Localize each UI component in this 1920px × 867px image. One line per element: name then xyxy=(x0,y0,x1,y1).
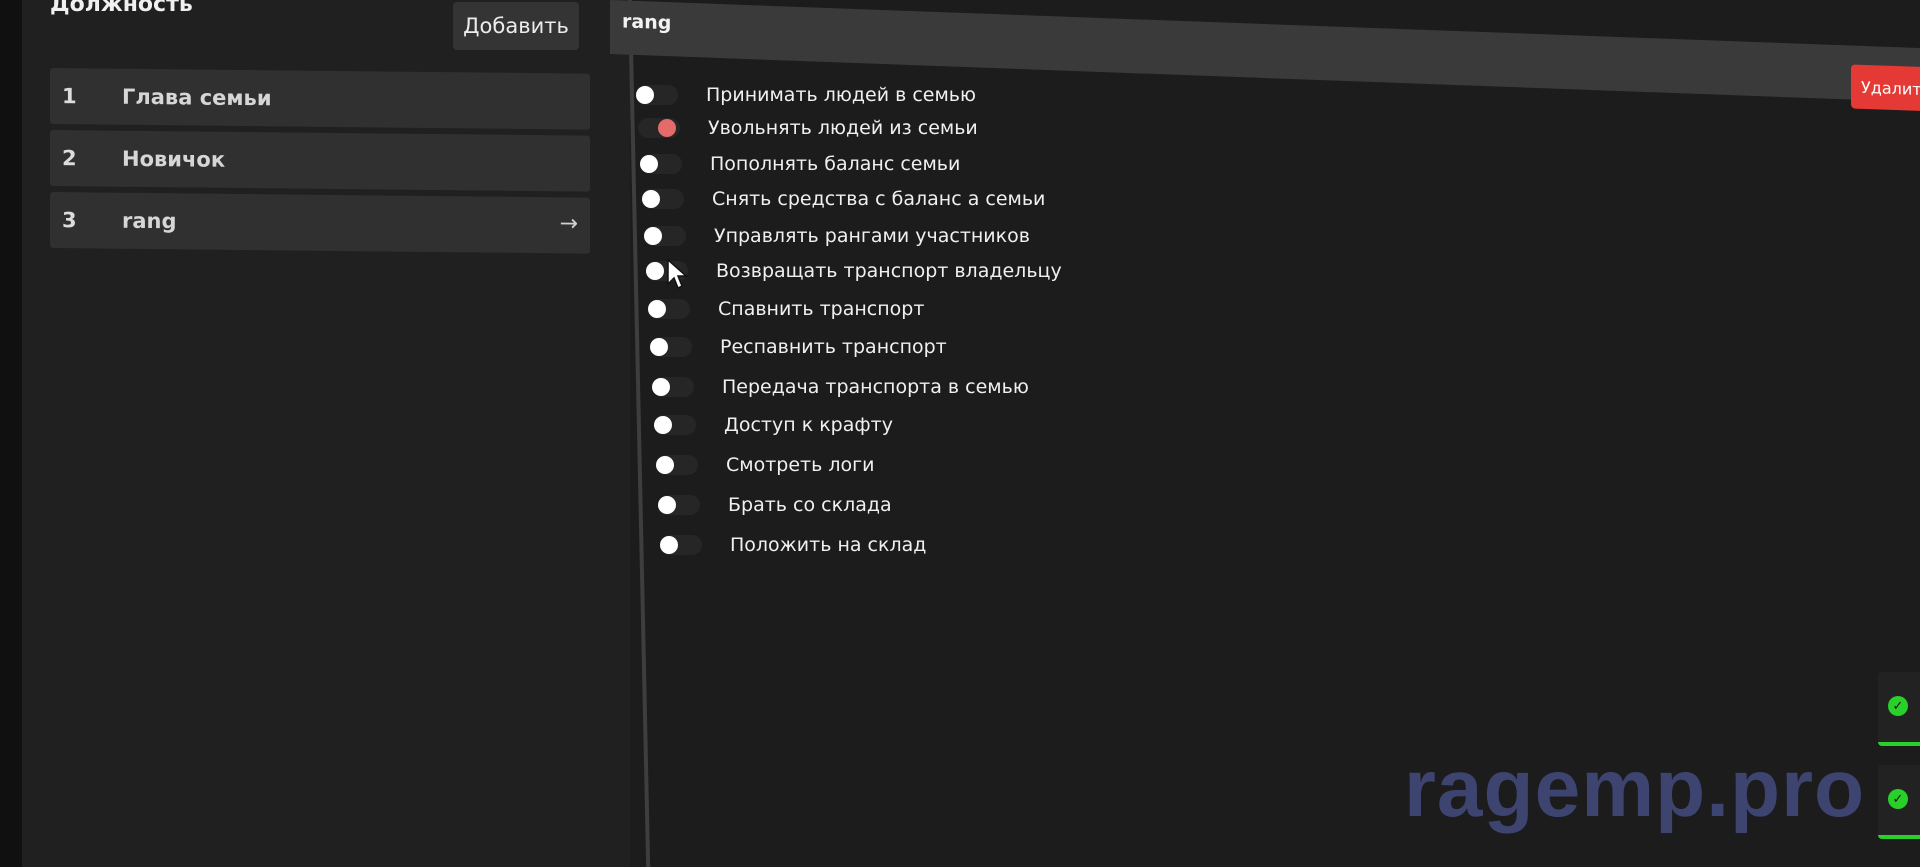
permission-toggle[interactable] xyxy=(654,415,696,435)
arrow-right-icon[interactable]: → xyxy=(560,211,578,236)
rank-name: Глава семьи xyxy=(122,84,272,111)
permission-label: Брать со склада xyxy=(728,494,892,516)
rank-name: rang xyxy=(122,208,177,234)
toggle-knob xyxy=(656,456,674,474)
toggle-knob xyxy=(658,119,676,137)
toggle-knob xyxy=(652,378,670,396)
permission-row: Управлять рангами участников xyxy=(644,219,1030,253)
permission-row: Смотреть логи xyxy=(656,448,874,482)
family-ranks-screen: Должность Добавить 1 Глава семьи 2 Нович… xyxy=(0,0,1920,867)
permission-label: Респавнить транспорт xyxy=(720,336,947,358)
permission-label: Передача транспорта в семью xyxy=(722,376,1029,398)
permission-row: Увольнять людей из семьи xyxy=(638,111,978,145)
toggle-knob xyxy=(636,86,654,104)
permission-row: Респавнить транспорт xyxy=(650,330,947,364)
notification-toast: ✓ xyxy=(1878,765,1920,839)
permission-toggle[interactable] xyxy=(636,85,678,105)
permission-toggle[interactable] xyxy=(644,226,686,246)
permission-label: Управлять рангами участников xyxy=(714,225,1030,247)
permission-row: Принимать людей в семью xyxy=(636,78,976,112)
rank-item-1[interactable]: 1 Глава семьи xyxy=(50,68,590,130)
watermark-text: ragemp.pro xyxy=(1404,743,1866,834)
mouse-pointer-icon xyxy=(667,258,688,290)
rank-number: 1 xyxy=(62,84,77,109)
positions-title: Должность xyxy=(50,0,193,17)
rank-name: Новичок xyxy=(122,146,226,172)
permission-toggle[interactable] xyxy=(642,189,684,209)
toggle-knob xyxy=(646,262,664,280)
toggle-knob xyxy=(642,190,660,208)
toggle-knob xyxy=(648,300,666,318)
toggle-knob xyxy=(640,155,658,173)
permission-label: Возвращать транспорт владельцу xyxy=(716,260,1062,282)
notification-toast: ✓ xyxy=(1878,672,1920,746)
permission-label: Увольнять людей из семьи xyxy=(708,117,978,139)
permission-toggle[interactable] xyxy=(640,154,682,174)
check-circle-icon: ✓ xyxy=(1888,789,1908,809)
permission-label: Пополнять баланс семьи xyxy=(710,153,961,175)
permission-label: Смотреть логи xyxy=(726,454,875,476)
permission-row: Доступ к крафту xyxy=(654,408,893,442)
permission-toggle[interactable] xyxy=(648,299,690,319)
toggle-knob xyxy=(654,416,672,434)
permission-toggle[interactable] xyxy=(638,118,680,138)
permission-label: Доступ к крафту xyxy=(724,414,893,436)
rank-list: 1 Глава семьи 2 Новичок 3 rang → xyxy=(50,68,590,260)
permission-row: Брать со склада xyxy=(658,488,892,522)
permission-toggle[interactable] xyxy=(652,377,694,397)
selected-rank-title: rang xyxy=(622,10,672,35)
permission-label: Положить на склад xyxy=(730,534,927,556)
toggle-knob xyxy=(658,496,676,514)
permission-label: Принимать людей в семью xyxy=(706,84,976,106)
permission-row: Передача транспорта в семью xyxy=(652,370,1029,404)
permission-row: Возвращать транспорт владельцу xyxy=(646,254,1062,288)
toggle-knob xyxy=(660,536,678,554)
permission-toggle[interactable] xyxy=(658,495,700,515)
permission-row: Снять средства с баланс а семьи xyxy=(642,182,1045,216)
toggle-knob xyxy=(644,227,662,245)
toggle-knob xyxy=(650,338,668,356)
rank-item-2[interactable]: 2 Новичок xyxy=(50,130,590,192)
check-circle-icon: ✓ xyxy=(1888,696,1908,716)
permission-row: Пополнять баланс семьи xyxy=(640,147,960,181)
permission-toggle[interactable] xyxy=(656,455,698,475)
delete-rank-button[interactable]: Удалить xyxy=(1851,64,1920,112)
permission-row: Спавнить транспорт xyxy=(648,292,924,326)
permission-label: Спавнить транспорт xyxy=(718,298,925,320)
rank-number: 2 xyxy=(62,146,77,171)
permission-toggle[interactable] xyxy=(650,337,692,357)
rank-item-3[interactable]: 3 rang → xyxy=(50,192,590,254)
permission-label: Снять средства с баланс а семьи xyxy=(712,188,1046,210)
add-position-button[interactable]: Добавить xyxy=(453,2,579,50)
rank-number: 3 xyxy=(62,208,77,233)
permission-toggle[interactable] xyxy=(660,535,702,555)
permission-row: Положить на склад xyxy=(660,528,926,562)
